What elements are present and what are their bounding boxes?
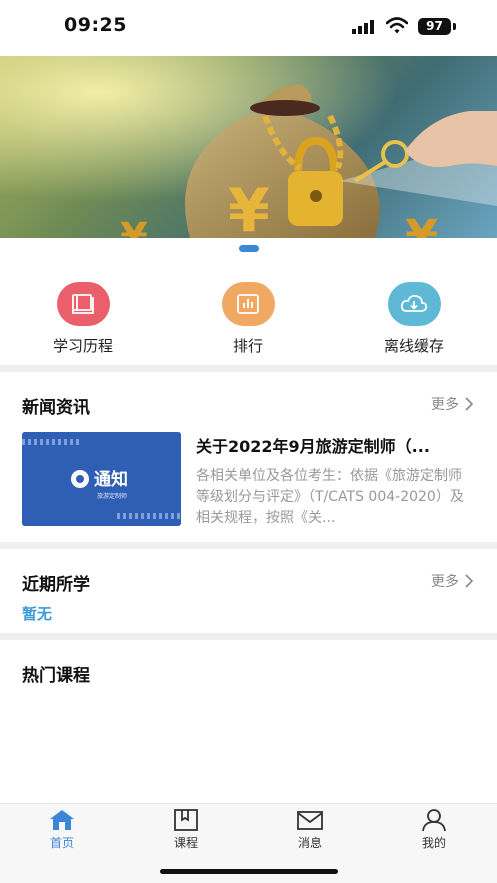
section-divider: [0, 365, 497, 372]
bar-chart-icon: [221, 282, 275, 326]
tab-home[interactable]: 首页: [22, 808, 102, 851]
battery-indicator: 97: [418, 18, 451, 35]
chevron-right-icon: [465, 397, 473, 411]
battery-tip: [453, 23, 456, 30]
quick-action-label: 排行: [232, 337, 263, 355]
money-bag-lock-key-banner: ¥ ¥ ¥: [0, 56, 497, 238]
signal-icon: [352, 20, 374, 34]
section-divider: [0, 633, 497, 640]
section-divider: [0, 542, 497, 549]
tab-label: 首页: [49, 836, 74, 850]
mail-icon: [297, 811, 323, 830]
news-more-link[interactable]: 更多: [431, 394, 473, 414]
quick-action-ranking[interactable]: 排行: [188, 282, 308, 356]
quick-action-label: 学习历程: [52, 337, 113, 355]
thumb-title: 通知: [94, 469, 128, 490]
news-thumbnail: 通知 旅游定制师: [22, 432, 181, 526]
news-item-title: 关于2022年9月旅游定制师（...: [196, 437, 430, 456]
tab-me[interactable]: 我的: [394, 808, 474, 851]
home-icon: [50, 810, 74, 830]
recent-more-link[interactable]: 更多: [431, 571, 473, 591]
quick-action-offline-cache[interactable]: 离线缓存: [354, 282, 474, 356]
quick-action-study-history[interactable]: 学习历程: [23, 282, 143, 356]
wifi-icon: [386, 17, 408, 34]
banner-pagination: [0, 245, 497, 255]
tab-label: 消息: [297, 836, 322, 850]
home-indicator: [160, 869, 338, 874]
more-label: 更多: [431, 574, 459, 590]
svg-text:¥: ¥: [228, 176, 270, 238]
news-item-description: 各相关单位及各位考生：依据《旅游定制师等级划分与评定》（T/CATS 004-2…: [196, 468, 464, 526]
chevron-right-icon: [465, 574, 473, 588]
more-label: 更多: [431, 397, 459, 413]
status-time: 09:25: [64, 14, 127, 36]
person-icon: [422, 809, 446, 832]
quick-action-label: 离线缓存: [383, 337, 444, 355]
recent-section-title: 近期所学: [22, 575, 90, 595]
cloud-download-icon: [387, 282, 441, 326]
news-section-title: 新闻资讯: [22, 398, 90, 418]
hot-courses-title: 热门课程: [22, 666, 90, 686]
course-book-icon: [174, 809, 198, 831]
banner-dot-active[interactable]: [238, 245, 259, 252]
status-bar: 09:25 97: [0, 0, 497, 56]
tab-label: 课程: [173, 836, 198, 850]
banner-carousel[interactable]: ¥ ¥ ¥: [0, 56, 497, 238]
recent-empty-text: 暂无: [22, 605, 53, 623]
quick-actions: 学习历程 排行 离线缓存: [0, 282, 497, 362]
svg-text:¥: ¥: [405, 210, 438, 238]
thumb-subtitle: 旅游定制师: [97, 492, 127, 500]
tab-courses[interactable]: 课程: [146, 808, 226, 851]
tab-label: 我的: [421, 836, 446, 850]
svg-text:¥: ¥: [120, 215, 148, 238]
tab-messages[interactable]: 消息: [270, 808, 350, 851]
book-icon: [56, 282, 110, 326]
